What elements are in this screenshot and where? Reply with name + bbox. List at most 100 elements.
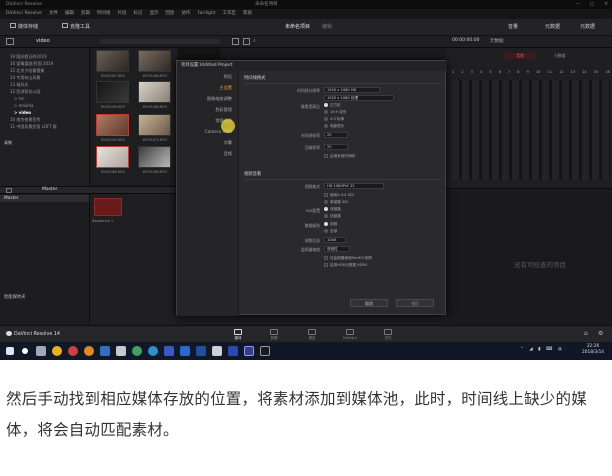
cancel-button[interactable]: 取消 (350, 299, 388, 307)
settings-nav-item[interactable]: 色彩管理 (215, 106, 232, 114)
pixel-aspect-cinema[interactable]: 电影镜头 (324, 123, 344, 129)
timeline-thumbnail[interactable] (94, 198, 122, 216)
clip-thumbnail[interactable] (138, 146, 171, 168)
settings-nav-item[interactable]: 字幕 (224, 139, 232, 147)
app-icon[interactable] (244, 346, 254, 356)
settings-nav-item[interactable]: 图像缩放调整 (207, 95, 232, 103)
menu-item[interactable]: 显示 (149, 9, 158, 19)
folder-icon[interactable] (116, 346, 126, 356)
app-icon[interactable] (100, 346, 110, 356)
menu-item[interactable]: 时间线 (97, 9, 111, 19)
toolbar-right-item[interactable]: 音量 (508, 23, 518, 32)
pixel-aspect-square[interactable]: 正方形 (324, 102, 341, 108)
custom-resolution-field[interactable]: 1920 x 1080 处理 (324, 95, 394, 101)
page-deliver[interactable]: 交付 (376, 329, 400, 341)
minimize-button[interactable]: — (575, 0, 580, 9)
video-format-select[interactable]: HD 1080PsF 25 (324, 183, 384, 189)
rec601-checkbox[interactable]: 对监视器使用Rec601矩阵 (324, 255, 372, 261)
menu-item[interactable]: Fairlight (197, 9, 215, 19)
settings-nav-item[interactable]: 音频 (224, 150, 232, 158)
tree-item[interactable]: 19 国庆假日的2019 (10, 54, 47, 60)
data-level-video[interactable]: 视频 (324, 221, 337, 227)
menu-item[interactable]: 剪辑 (81, 9, 90, 19)
settings-nav-item[interactable]: 预设 (224, 73, 232, 81)
browser-icon[interactable] (52, 346, 62, 356)
clip-thumbnail[interactable] (138, 81, 171, 103)
clock[interactable]: 22:26 2018/3/14 (582, 344, 604, 356)
menu-item[interactable]: 协作 (181, 9, 190, 19)
save-button[interactable]: 保存 (396, 299, 434, 307)
menu-item[interactable]: 回放 (165, 9, 174, 19)
media-storage-button[interactable]: 媒体存储 (10, 23, 38, 32)
tree-item[interactable]: > src (14, 96, 24, 102)
menu-item[interactable]: 片段 (117, 9, 126, 19)
sdi-444-checkbox[interactable]: 使用4:4:4 SDI (324, 192, 354, 198)
panel-toggle-icon[interactable] (6, 38, 14, 45)
clip-thumbnail[interactable] (96, 50, 129, 72)
settings-icon[interactable]: ⚙ (598, 330, 603, 337)
drop-frame-checkbox[interactable]: 启用丢帧时间码 (324, 153, 355, 159)
tree-item-selected[interactable]: > video (14, 110, 31, 116)
menu-item[interactable]: DaVinci Resolve (6, 9, 42, 19)
clip-thumbnail-selected[interactable] (96, 114, 129, 136)
metadata-tab[interactable]: 元数据 (554, 53, 565, 59)
page-fairlight[interactable]: Fairlight (338, 329, 362, 340)
panel-toggle-icon[interactable] (6, 188, 12, 193)
tree-item[interactable]: 10 南京夜景宣传 (10, 117, 40, 123)
app-icon[interactable] (212, 346, 222, 356)
menu-item[interactable]: 编辑 (65, 9, 74, 19)
start-icon[interactable] (6, 347, 14, 355)
system-tray-icons[interactable]: ⌃ ◢ ▮ ⌨ ◍ (520, 347, 564, 352)
app-icon[interactable] (68, 346, 78, 356)
audio-tab[interactable]: 音频 (504, 53, 536, 59)
task-view-icon[interactable] (36, 346, 46, 356)
clip-thumbnail-selected[interactable] (96, 146, 129, 168)
page-color[interactable]: 调色 (300, 329, 324, 341)
pixel-aspect-sd[interactable]: 4:3 标清 (324, 116, 344, 122)
search-icon[interactable]: ⌕ (253, 38, 256, 44)
pixel-aspect-anamorphic[interactable]: 16:9 变形 (324, 109, 346, 115)
app-icon[interactable] (180, 346, 190, 356)
playback-framerate-select[interactable]: 25 (324, 144, 348, 150)
tree-item[interactable]: 11 中国风景民宿 LOFT 版 (10, 124, 57, 130)
settings-nav-item-selected[interactable]: 主设置 (219, 84, 232, 92)
app-icon[interactable] (164, 346, 174, 356)
sdi-single-option[interactable]: 单链路 SDI (324, 199, 348, 205)
menu-item[interactable]: 文件 (49, 9, 58, 19)
clip-thumbnail[interactable] (96, 81, 129, 103)
app-icon[interactable] (148, 346, 158, 356)
menu-item[interactable]: 标记 (133, 9, 142, 19)
grid-view-icon[interactable] (232, 38, 239, 45)
tree-item[interactable]: 16 爱情喜剧/民国 2019 (10, 61, 53, 67)
menu-item[interactable]: 工作区 (222, 9, 236, 19)
app-icon[interactable] (228, 346, 238, 356)
tree-item[interactable]: 14 专用有山风景 (10, 75, 40, 81)
app-icon[interactable] (84, 346, 94, 356)
app-icon[interactable] (196, 346, 206, 356)
davinci-resolve-taskbar-icon[interactable] (260, 346, 270, 356)
tree-item[interactable]: 13 城风光 (10, 82, 28, 88)
sdi-dual-option[interactable]: 双链路 (324, 206, 341, 212)
master-bin[interactable]: Master (0, 195, 89, 202)
clip-thumbnail[interactable] (138, 114, 171, 136)
hdr-metadata-checkbox[interactable]: 启用HDR元数据 HDMI (324, 262, 367, 268)
maximize-button[interactable]: □ (590, 0, 594, 9)
toolbar-right-item[interactable]: 元数据 (580, 23, 595, 32)
bit-depth-select[interactable]: 10bit (324, 237, 346, 243)
clip-thumbnail[interactable] (138, 50, 171, 72)
tree-item[interactable]: > mnikha (14, 103, 33, 109)
sdi-quad-option[interactable]: 四链路 (324, 213, 341, 219)
monitor-scaling-select[interactable]: 双线性 (324, 246, 350, 252)
toolbar-right-item[interactable]: 元数据 (545, 23, 560, 32)
menu-item[interactable]: 帮助 (243, 9, 252, 19)
resolution-select[interactable]: 1920 x 1080 HD (324, 87, 380, 93)
search-icon[interactable] (22, 348, 28, 354)
clone-tool-button[interactable]: 克隆工具 (62, 23, 90, 32)
data-level-full[interactable]: 全部 (324, 228, 337, 234)
app-icon[interactable] (132, 346, 142, 356)
page-media[interactable]: 媒体 (226, 329, 250, 341)
tree-item[interactable]: 12 西湖荷花公园 (10, 89, 40, 95)
tree-item[interactable]: 15 北京夕阳暮霭美 (10, 68, 44, 74)
timeline-framerate-select[interactable]: 25 (324, 132, 348, 138)
close-button[interactable]: ✕ (604, 0, 608, 9)
